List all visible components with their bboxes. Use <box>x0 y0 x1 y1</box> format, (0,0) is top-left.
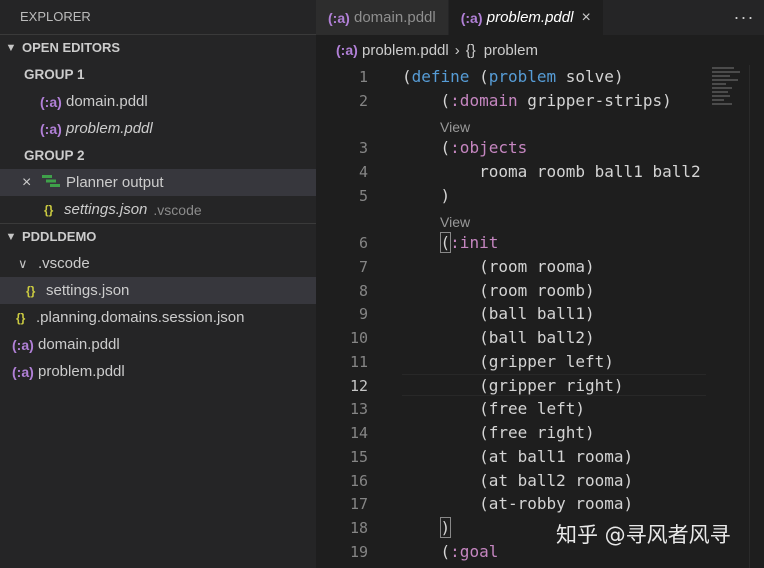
explorer-title: EXPLORER <box>20 9 91 24</box>
chevron-down-icon: ▼ <box>5 42 17 54</box>
tree-item-label: problem.pddl <box>38 363 125 380</box>
open-editor-domain[interactable]: (:a) domain.pddl <box>0 88 316 115</box>
close-icon[interactable]: × <box>22 174 42 192</box>
line-number: 10 <box>349 329 368 347</box>
code-editor[interactable]: 1 (define (problem solve) 2 (:domain gri… <box>316 65 764 568</box>
tab-problem-pddl[interactable]: (:a) problem.pddl × <box>448 0 604 35</box>
code-line: ) <box>402 186 451 205</box>
line-number: 16 <box>349 472 368 490</box>
line-number: 4 <box>358 163 368 181</box>
tree-item-label: settings.json <box>46 282 130 299</box>
folder-vscode[interactable]: ∨ .vscode <box>0 250 316 277</box>
pddl-file-icon: (:a) <box>336 42 358 58</box>
line-number: 8 <box>358 282 368 300</box>
pddl-file-icon: (:a) <box>12 336 34 353</box>
line-number: 17 <box>349 495 368 513</box>
editor-tab-bar: (:a) domain.pddl (:a) problem.pddl × ··· <box>316 0 764 35</box>
pddl-file-icon: (:a) <box>460 9 483 26</box>
tab-label: domain.pddl <box>354 9 436 26</box>
tab-label: problem.pddl <box>486 9 574 26</box>
codelens-view[interactable]: View <box>440 119 470 135</box>
code-line: (at ball1 rooma) <box>402 447 634 466</box>
tree-item-domain-pddl[interactable]: (:a) domain.pddl <box>0 331 316 358</box>
line-number: 9 <box>358 305 368 323</box>
chevron-right-icon: › <box>454 41 460 59</box>
open-editor-problem[interactable]: (:a) problem.pddl <box>0 115 316 142</box>
open-editor-label: Planner output <box>66 174 164 191</box>
braces-icon: {} <box>465 41 476 59</box>
json-file-icon: {} <box>16 310 26 325</box>
breadcrumb-file[interactable]: problem.pddl <box>362 42 449 59</box>
code-line: (ball ball2) <box>402 328 595 347</box>
code-line: (gripper right) <box>402 376 624 395</box>
line-number: 5 <box>358 187 368 205</box>
tree-item-label: .planning.domains.session.json <box>36 309 245 326</box>
group-1-label: GROUP 1 <box>24 67 85 82</box>
code-line: (free left) <box>402 399 586 418</box>
line-number: 18 <box>349 519 368 537</box>
code-line: (ball ball1) <box>402 304 595 323</box>
code-line: (at-robby rooma) <box>402 494 634 513</box>
tab-domain-pddl[interactable]: (:a) domain.pddl <box>316 0 449 35</box>
open-editors-label: OPEN EDITORS <box>22 40 121 55</box>
code-line: (:domain gripper-strips) <box>402 91 672 110</box>
code-line: ) <box>439 517 452 538</box>
tree-item-label: domain.pddl <box>38 336 120 353</box>
json-file-icon: {} <box>44 202 54 217</box>
code-line: (room rooma) <box>402 257 595 276</box>
line-number: 2 <box>358 92 368 110</box>
chevron-down-icon: ▼ <box>5 231 17 243</box>
code-line: (define (problem solve) <box>402 67 624 86</box>
close-icon[interactable]: × <box>581 9 590 27</box>
folder-label: .vscode <box>38 255 90 272</box>
open-editor-label: domain.pddl <box>66 93 148 110</box>
code-line: rooma roomb ball1 ball2 <box>402 162 701 181</box>
breadcrumb: (:a) problem.pddl › {} problem <box>316 35 764 65</box>
pddl-file-icon: (:a) <box>40 93 62 110</box>
watermark-text: 知乎 @寻风者风寻 <box>556 523 731 547</box>
open-editor-label: problem.pddl <box>66 120 153 137</box>
pddl-file-icon: (:a) <box>328 9 350 26</box>
tree-item-settings-json[interactable]: {} settings.json <box>0 277 316 304</box>
line-number: 3 <box>358 139 368 157</box>
code-line: (free right) <box>402 423 595 442</box>
open-editor-planner-output[interactable]: × Planner output <box>0 169 316 196</box>
code-line: (:goal <box>402 542 499 561</box>
code-line: (at ball2 rooma) <box>402 471 634 490</box>
line-number: 11 <box>349 353 368 371</box>
line-number: 19 <box>349 543 368 561</box>
minimap[interactable] <box>712 65 748 120</box>
workspace-label: PDDLDEMO <box>22 229 97 244</box>
line-number: 6 <box>358 234 368 252</box>
pddl-file-icon: (:a) <box>40 120 62 137</box>
json-file-icon: {} <box>26 283 36 298</box>
more-actions-icon[interactable]: ··· <box>724 0 764 35</box>
code-line: (:init <box>439 232 499 253</box>
line-number: 14 <box>349 424 368 442</box>
chevron-down-icon: ∨ <box>18 255 28 271</box>
breadcrumb-symbol[interactable]: problem <box>484 42 538 59</box>
line-number: 7 <box>358 258 368 276</box>
open-editor-label: settings.json <box>64 201 148 218</box>
open-editors-section-header[interactable]: ▼ OPEN EDITORS <box>0 34 316 61</box>
line-number: 12 <box>349 377 368 395</box>
code-line: (gripper left) <box>402 352 614 371</box>
open-editor-description: .vscode <box>153 201 202 218</box>
tree-item-problem-pddl[interactable]: (:a) problem.pddl <box>0 358 316 385</box>
workspace-section-header[interactable]: ▼ PDDLDEMO <box>0 223 316 250</box>
code-line: (:objects <box>402 138 528 157</box>
pddl-file-icon: (:a) <box>12 363 34 380</box>
open-editor-settings[interactable]: {} settings.json .vscode <box>0 196 316 223</box>
vertical-scrollbar[interactable] <box>749 65 764 568</box>
planner-icon <box>42 174 66 192</box>
group-2-label: GROUP 2 <box>24 148 85 163</box>
line-number: 13 <box>349 400 368 418</box>
explorer-sidebar: EXPLORER ▼ OPEN EDITORS GROUP 1 (:a) dom… <box>0 0 316 568</box>
line-number: 15 <box>349 448 368 466</box>
codelens-view[interactable]: View <box>440 214 470 230</box>
tree-item-session-json[interactable]: {} .planning.domains.session.json <box>0 304 316 331</box>
code-line: (room roomb) <box>402 281 595 300</box>
line-number: 1 <box>358 68 368 86</box>
